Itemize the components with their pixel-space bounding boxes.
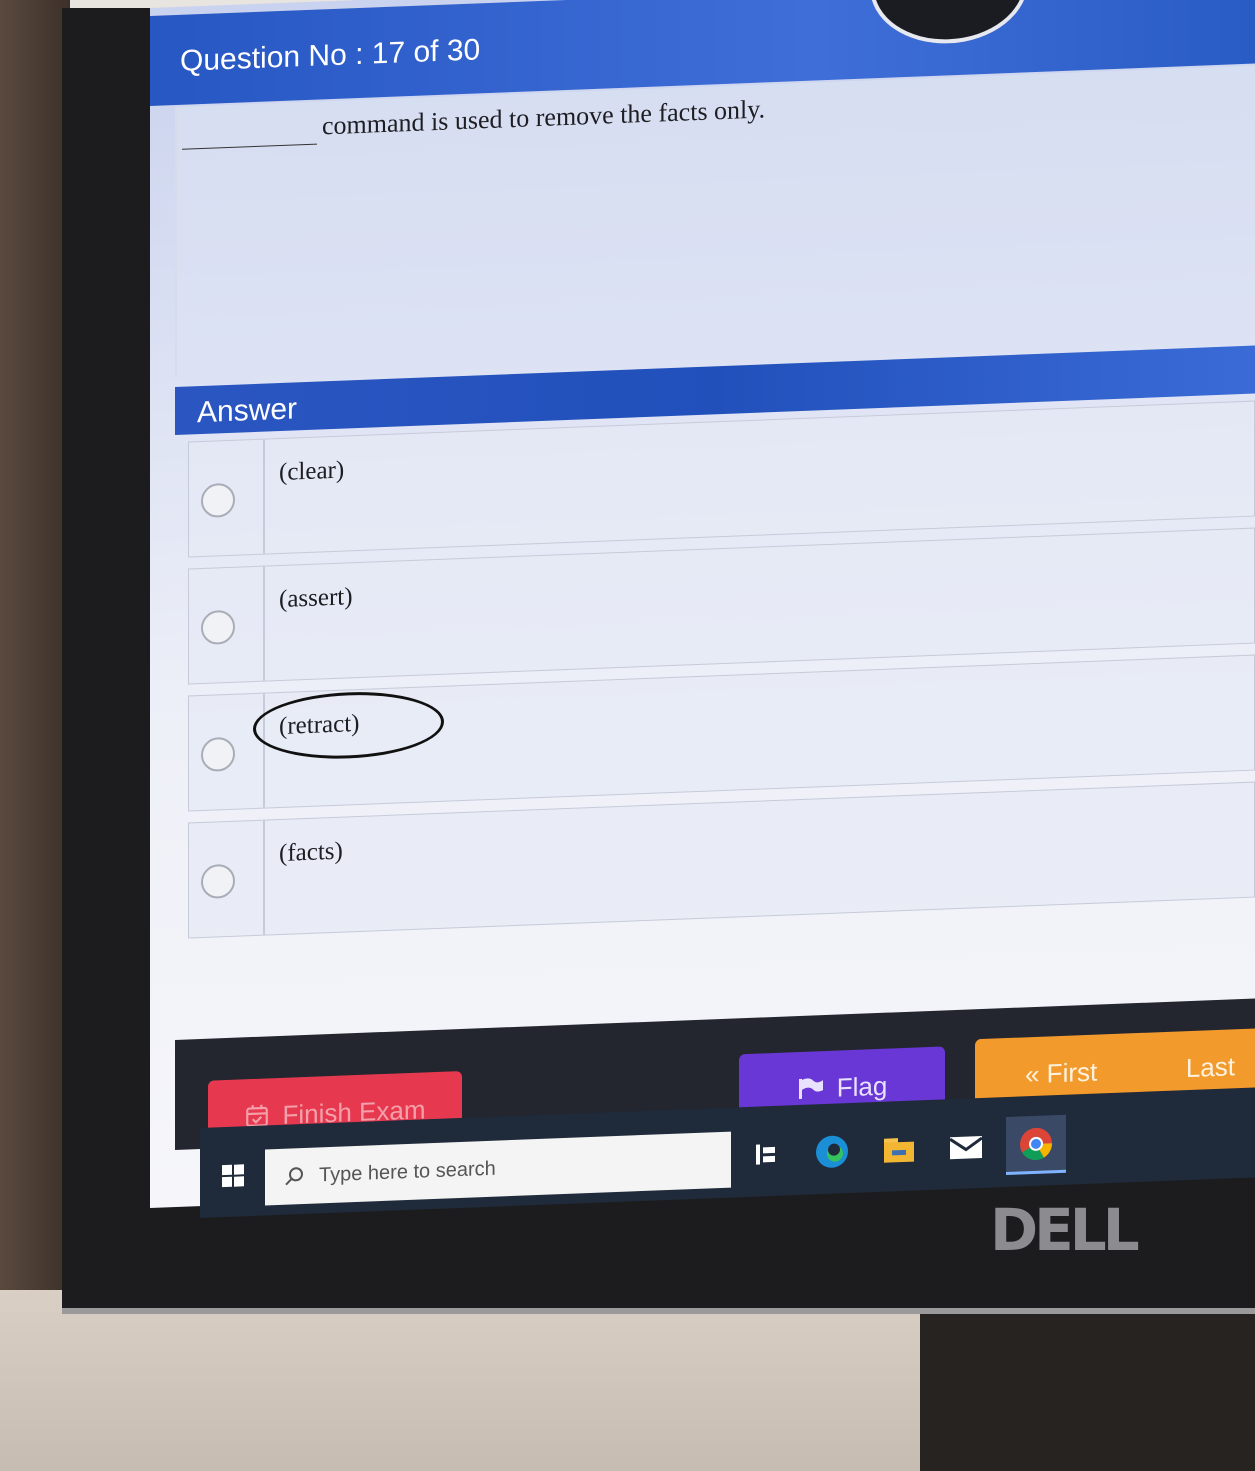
flag-label: Flag <box>836 1070 888 1103</box>
search-icon <box>285 1167 303 1186</box>
option-label: (clear) <box>279 456 345 487</box>
option-divider <box>263 693 265 808</box>
photo-background-shadow <box>920 1290 1255 1471</box>
option-divider <box>263 820 265 935</box>
last-question-button[interactable]: Last <box>1186 1051 1235 1084</box>
first-question-button[interactable]: « First <box>1025 1056 1097 1090</box>
photo-background-wall <box>0 0 70 1471</box>
flag-icon <box>798 1078 823 1100</box>
option-label: (facts) <box>279 837 343 868</box>
radio-button[interactable] <box>201 482 235 519</box>
answer-title: Answer <box>197 392 298 430</box>
option-divider <box>263 439 265 554</box>
file-explorer-icon[interactable] <box>875 1124 923 1174</box>
question-body: command is used to remove the facts only… <box>175 65 1255 378</box>
question-text: command is used to remove the facts only… <box>322 94 766 141</box>
hand-drawn-circle-annotation <box>253 688 444 763</box>
radio-button[interactable] <box>201 609 235 646</box>
webcam-preview <box>870 0 1028 47</box>
chrome-icon[interactable] <box>1006 1114 1066 1176</box>
option-label: (assert) <box>279 583 353 614</box>
question-number: Question No : 17 of 30 <box>180 33 481 78</box>
option-divider <box>263 566 265 681</box>
taskbar-search-box[interactable]: Type here to search <box>265 1131 731 1206</box>
radio-button[interactable] <box>201 863 235 900</box>
question-blank-line <box>182 141 317 150</box>
radio-button[interactable] <box>201 736 235 773</box>
mail-icon[interactable] <box>942 1122 990 1172</box>
task-view-icon[interactable] <box>742 1129 790 1179</box>
monitor-brand-logo: DELL <box>990 1196 1140 1264</box>
windows-start-icon[interactable] <box>222 1164 244 1188</box>
search-placeholder: Type here to search <box>319 1157 496 1186</box>
edge-icon[interactable] <box>808 1127 856 1177</box>
